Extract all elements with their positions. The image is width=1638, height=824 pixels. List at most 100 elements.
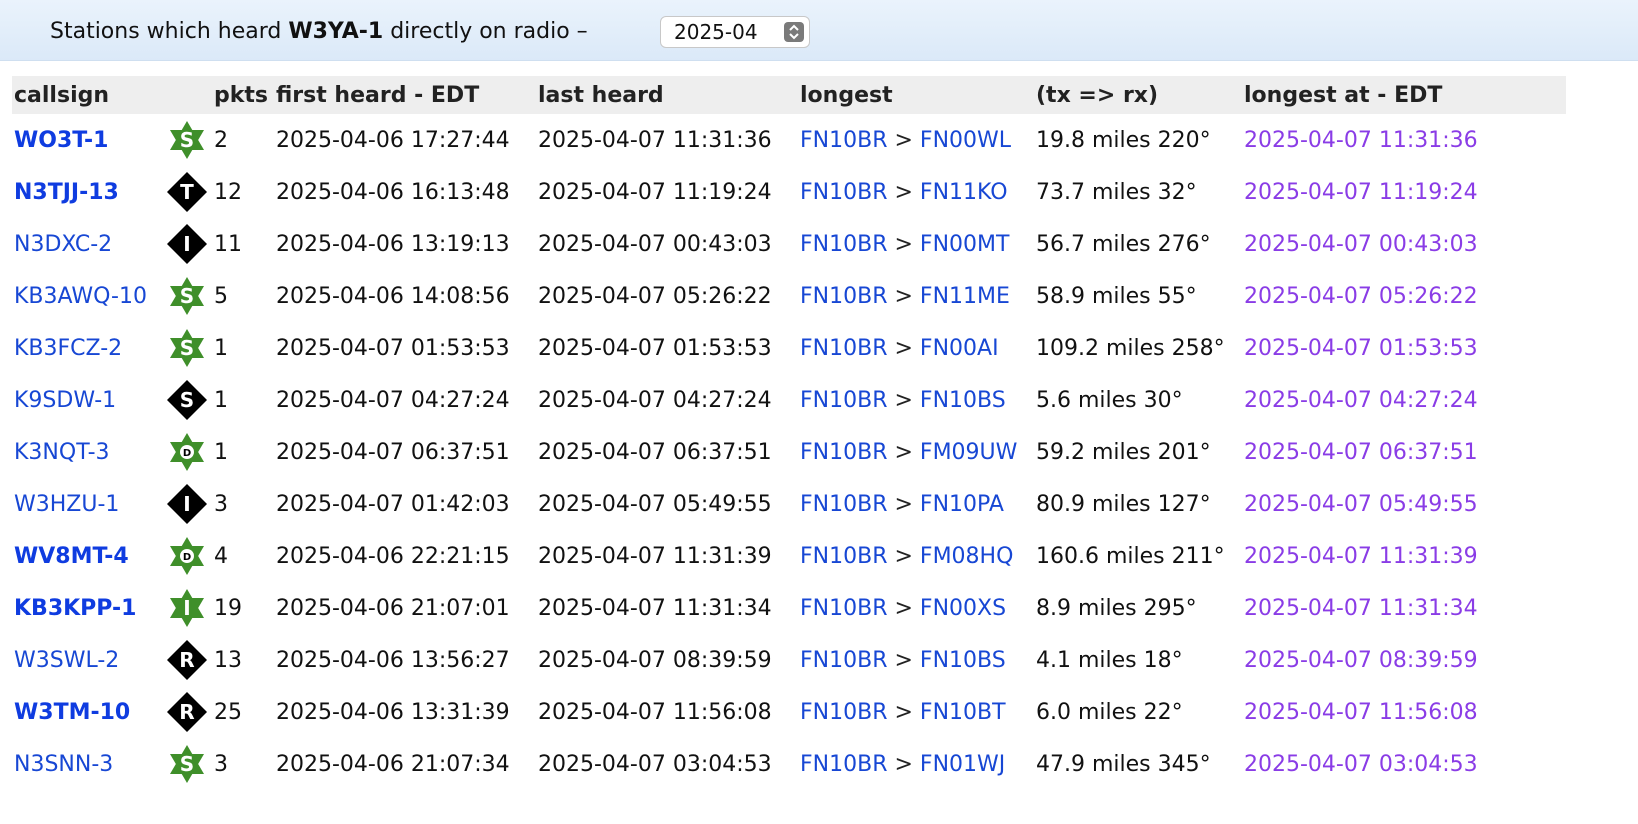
callsign-link[interactable]: WV8MT-4 <box>14 544 129 569</box>
table-row: K3NQT-3 D 1 2025-04-07 06:37:51 2025-04-07 0… <box>12 426 1566 478</box>
cell-longest-at: 2025-04-07 11:31:39 <box>1244 543 1478 569</box>
locator-to-link[interactable]: FN00WL <box>920 128 1011 153</box>
cell-distance: 59.2 miles 201° <box>1036 439 1211 465</box>
cell-callsign: WV8MT-4 <box>12 530 164 582</box>
month-select[interactable]: 2025-04 <box>660 16 810 48</box>
locator-from-link[interactable]: FN10BR <box>800 388 887 413</box>
locator-from-link[interactable]: FN10BR <box>800 596 887 621</box>
table-row: K9SDW-1 S 1 2025-04-07 04:27:24 2025-04-07 0… <box>12 374 1566 426</box>
locator-from-link[interactable]: FN10BR <box>800 336 887 361</box>
locator-separator: > <box>894 699 913 725</box>
locator-to-link[interactable]: FN11ME <box>920 284 1010 309</box>
callsign-link[interactable]: KB3KPP-1 <box>14 596 136 621</box>
locator-to-link[interactable]: FN10PA <box>920 492 1004 517</box>
cell-distance: 58.9 miles 55° <box>1036 283 1197 309</box>
locator-separator: > <box>894 283 913 309</box>
table-row: N3SNN-3 S 3 2025-04-06 21:07:34 2025-04-07 0… <box>12 738 1566 790</box>
callsign-link[interactable]: N3DXC-2 <box>14 232 112 257</box>
cell-longest: FN10BR > FM08HQ <box>798 530 1034 582</box>
callsign-link[interactable]: N3SNN-3 <box>14 752 113 777</box>
callsign-link[interactable]: KB3FCZ-2 <box>14 336 122 361</box>
locator-to-link[interactable]: FN10BT <box>920 700 1006 725</box>
cell-callsign: K9SDW-1 <box>12 374 164 426</box>
cell-first-heard: 2025-04-06 17:27:44 <box>276 127 510 153</box>
symbol-letter: S <box>180 388 194 412</box>
cell-callsign: KB3FCZ-2 <box>12 322 164 374</box>
callsign-link[interactable]: W3TM-10 <box>14 700 130 725</box>
locator-from-link[interactable]: FN10BR <box>800 752 887 777</box>
cell-callsign: K3NQT-3 <box>12 426 164 478</box>
symbol-letter: S <box>180 284 194 308</box>
locator-from-link[interactable]: FN10BR <box>800 544 887 569</box>
locator-from-link[interactable]: FN10BR <box>800 700 887 725</box>
locator-to-link[interactable]: FN11KO <box>920 180 1008 205</box>
cell-symbol: I <box>164 478 212 530</box>
diamond-s-icon: S <box>166 379 208 421</box>
locator-separator: > <box>894 231 913 257</box>
locator-to-link[interactable]: FN01WJ <box>920 752 1005 777</box>
callsign-link[interactable]: WO3T-1 <box>14 128 109 153</box>
cell-longest: FN10BR > FN01WJ <box>798 738 1034 790</box>
page-title: Stations which heard W3YA-1 directly on … <box>50 18 588 46</box>
cell-callsign: N3TJJ-13 <box>12 166 164 218</box>
callsign-link[interactable]: K3NQT-3 <box>14 440 110 465</box>
locator-from-link[interactable]: FN10BR <box>800 180 887 205</box>
cell-symbol: S <box>164 114 212 166</box>
month-select-value: 2025-04 <box>674 20 758 44</box>
cell-longest: FN10BR > FN10BS <box>798 374 1034 426</box>
cell-longest: FN10BR > FN10BT <box>798 686 1034 738</box>
select-stepper-icon <box>784 22 804 42</box>
callsign-link[interactable]: KB3AWQ-10 <box>14 284 147 309</box>
callsign-link[interactable]: N3TJJ-13 <box>14 180 119 205</box>
cell-symbol: I <box>164 218 212 270</box>
locator-from-link[interactable]: FN10BR <box>800 284 887 309</box>
cell-callsign: WO3T-1 <box>12 114 164 166</box>
locator-to-link[interactable]: FN00AI <box>920 336 999 361</box>
locator-from-link[interactable]: FN10BR <box>800 492 887 517</box>
symbol-letter: T <box>180 180 194 204</box>
cell-callsign: KB3KPP-1 <box>12 582 164 634</box>
table-row: KB3AWQ-10 S 5 2025-04-06 14:08:56 2025-04-07… <box>12 270 1566 322</box>
callsign-link[interactable]: W3SWL-2 <box>14 648 119 673</box>
cell-longest-at: 2025-04-07 06:37:51 <box>1244 439 1478 465</box>
callsign-link[interactable]: W3HZU-1 <box>14 492 119 517</box>
cell-pkts: 2 <box>214 127 228 153</box>
locator-to-link[interactable]: FN10BS <box>920 388 1006 413</box>
cell-symbol: I <box>164 582 212 634</box>
cell-last-heard: 2025-04-07 05:49:55 <box>538 491 772 517</box>
cell-pkts: 19 <box>214 595 242 621</box>
cell-first-heard: 2025-04-07 04:27:24 <box>276 387 510 413</box>
locator-to-link[interactable]: FN10BS <box>920 648 1006 673</box>
cell-callsign: W3TM-10 <box>12 686 164 738</box>
diamond-r-icon: R <box>166 639 208 681</box>
table-row: KB3FCZ-2 S 1 2025-04-07 01:53:53 2025-04-07 … <box>12 322 1566 374</box>
cell-pkts: 1 <box>214 439 228 465</box>
cell-longest-at: 2025-04-07 08:39:59 <box>1244 647 1478 673</box>
locator-from-link[interactable]: FN10BR <box>800 232 887 257</box>
locator-from-link[interactable]: FN10BR <box>800 440 887 465</box>
locator-to-link[interactable]: FN00MT <box>920 232 1010 257</box>
locator-from-link[interactable]: FN10BR <box>800 128 887 153</box>
cell-callsign: KB3AWQ-10 <box>12 270 164 322</box>
cell-callsign: N3DXC-2 <box>12 218 164 270</box>
locator-to-link[interactable]: FM09UW <box>920 440 1018 465</box>
cell-pkts: 3 <box>214 491 228 517</box>
table-header-row: callsign pkts first heard - EDT last heard l… <box>12 76 1566 114</box>
cell-longest-at: 2025-04-07 11:19:24 <box>1244 179 1478 205</box>
table-body: WO3T-1 S 2 2025-04-06 17:27:44 2025-04-07 11… <box>12 114 1566 790</box>
locator-from-link[interactable]: FN10BR <box>800 648 887 673</box>
cell-distance: 160.6 miles 211° <box>1036 543 1225 569</box>
locator-separator: > <box>894 491 913 517</box>
cell-distance: 56.7 miles 276° <box>1036 231 1211 257</box>
locator-to-link[interactable]: FM08HQ <box>920 544 1014 569</box>
cell-last-heard: 2025-04-07 11:31:36 <box>538 127 772 153</box>
diamond-t-icon: T <box>166 171 208 213</box>
callsign-link[interactable]: K9SDW-1 <box>14 388 116 413</box>
cell-first-heard: 2025-04-06 21:07:01 <box>276 595 510 621</box>
cell-distance: 73.7 miles 32° <box>1036 179 1197 205</box>
cell-longest-at: 2025-04-07 03:04:53 <box>1244 751 1478 777</box>
locator-to-link[interactable]: FN00XS <box>920 596 1006 621</box>
cell-distance: 47.9 miles 345° <box>1036 751 1211 777</box>
cell-last-heard: 2025-04-07 03:04:53 <box>538 751 772 777</box>
symbol-letter: D <box>183 552 191 563</box>
